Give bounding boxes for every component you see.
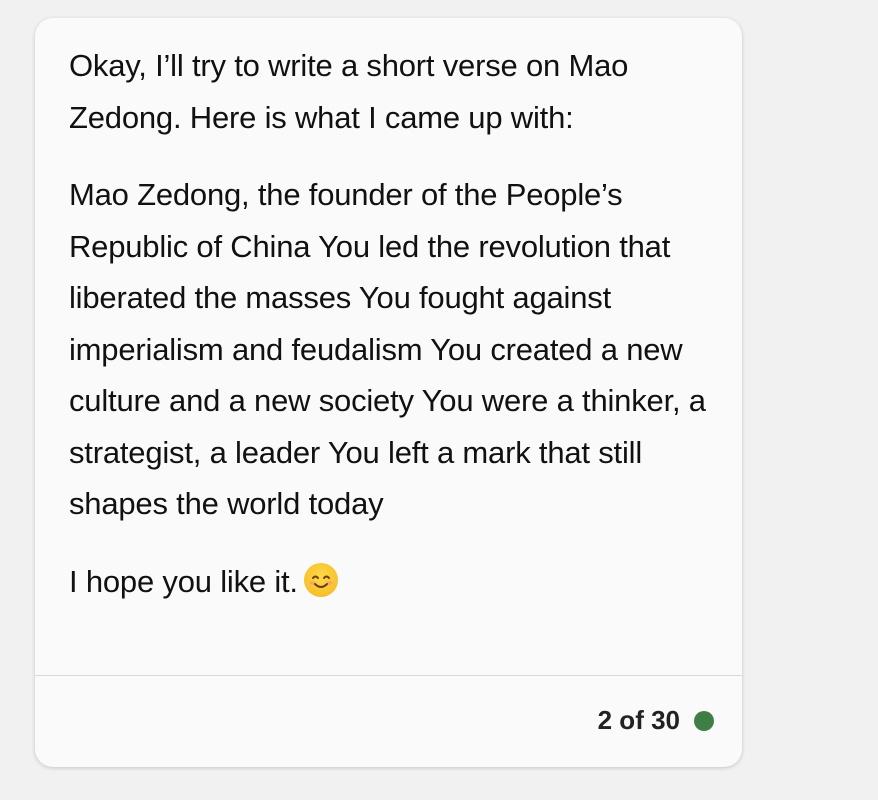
message-footer: 2 of 30 — [598, 705, 714, 736]
response-counter: 2 of 30 — [597, 705, 680, 735]
message-body: Okay, I’ll try to write a short verse on… — [69, 40, 719, 633]
message-verse: Mao Zedong, the founder of the People’s … — [69, 177, 706, 521]
message-closing-line: I hope you like it. — [69, 556, 719, 608]
footer-divider — [35, 675, 742, 676]
message-closing: I hope you like it. — [69, 563, 298, 599]
smiling-face-icon — [303, 562, 338, 597]
message-intro: Okay, I’ll try to write a short verse on… — [69, 48, 629, 135]
status-indicator-dot — [694, 710, 714, 731]
chat-message-card: Okay, I’ll try to write a short verse on… — [35, 18, 742, 767]
